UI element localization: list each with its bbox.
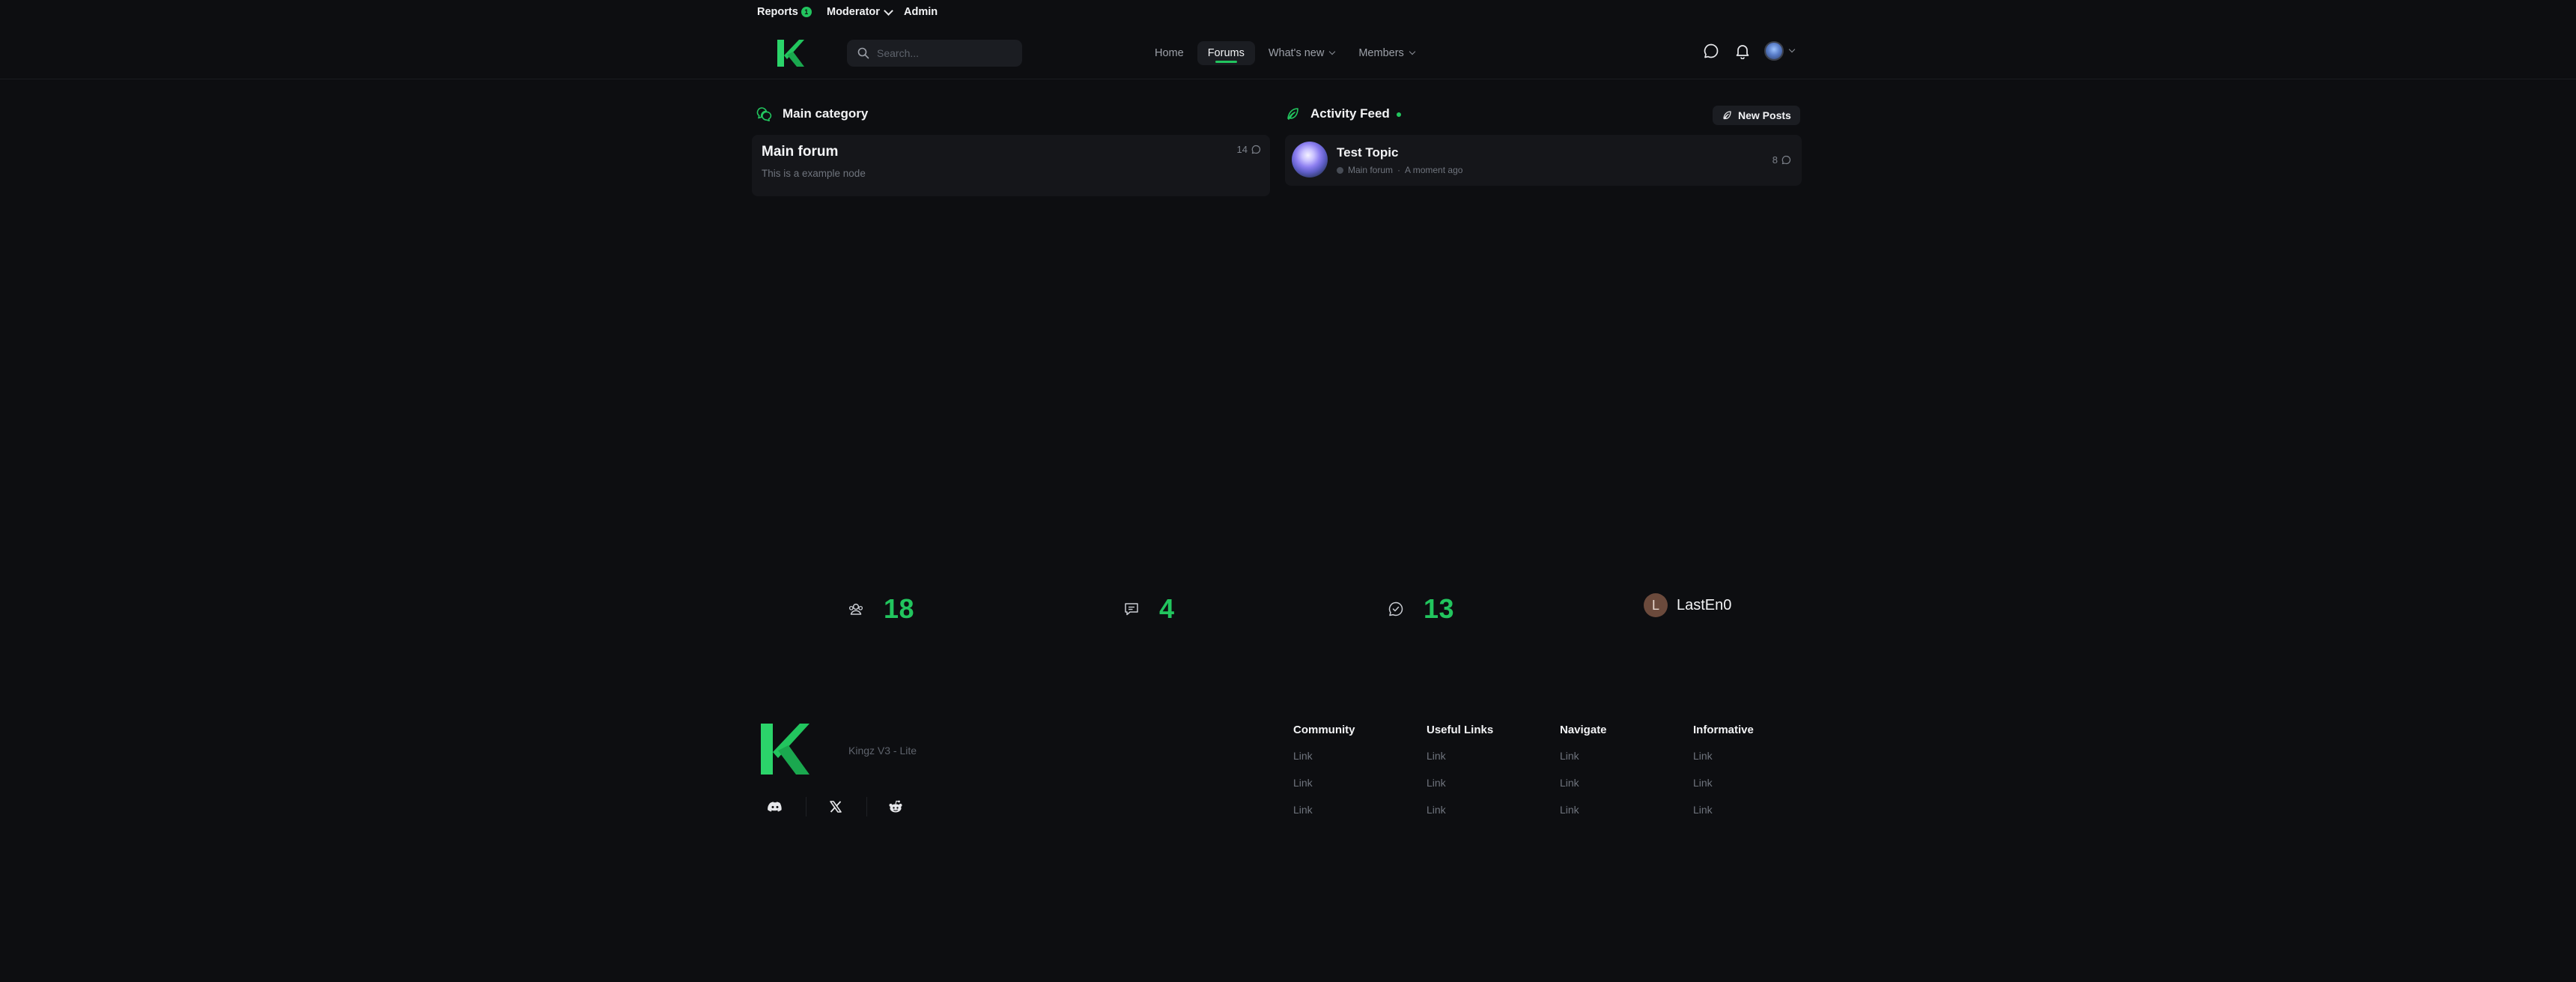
stat-messages-value: 13 (1424, 593, 1455, 624)
meta-separator: · (1397, 165, 1401, 175)
moderator-menu[interactable]: Moderator (827, 5, 893, 18)
topic-count: 8 (1772, 154, 1791, 166)
footer-link[interactable]: Link (1293, 750, 1355, 777)
nav-forums-label: Forums (1207, 47, 1245, 59)
footer-link[interactable]: Link (1293, 777, 1355, 804)
chevron-down-icon (1329, 48, 1336, 55)
nav-whats-new[interactable]: What's new (1258, 41, 1346, 65)
avatar (1764, 41, 1784, 61)
chat-icon[interactable] (1701, 41, 1721, 61)
chevron-down-icon (1409, 48, 1416, 55)
footer-heading: Community (1293, 724, 1355, 736)
account-menu[interactable] (1764, 41, 1796, 61)
reports-label: Reports (757, 6, 798, 18)
nav-forums[interactable]: Forums (1197, 41, 1255, 65)
activity-item[interactable]: Test Topic Main forum · A moment ago 8 (1285, 135, 1802, 186)
latest-member-name[interactable]: LastEn0 (1677, 597, 1731, 614)
users-icon (848, 603, 863, 615)
admin-label: Admin (904, 6, 938, 18)
footer-column-navigate: Navigate Link Link Link (1560, 724, 1607, 831)
forum-description: This is a example node (762, 168, 866, 179)
footer-column-informative: Informative Link Link Link (1693, 724, 1754, 831)
admin-link[interactable]: Admin (904, 6, 938, 18)
reports-link[interactable]: Reports 1 (757, 6, 812, 18)
chevron-down-icon (1788, 46, 1796, 53)
comment-icon (1781, 155, 1791, 165)
staff-bar: Reports 1 Moderator Admin (0, 0, 2576, 27)
new-posts-label: New Posts (1738, 109, 1791, 121)
footer-heading: Informative (1693, 724, 1754, 736)
footer-link[interactable]: Link (1427, 750, 1493, 777)
nav-members-label: Members (1358, 47, 1404, 59)
nav-home[interactable]: Home (1144, 41, 1194, 65)
footer-heading: Useful Links (1427, 724, 1494, 736)
footer-link[interactable]: Link (1693, 750, 1754, 777)
topic-title[interactable]: Test Topic (1337, 145, 1399, 160)
moderator-label: Moderator (827, 6, 880, 18)
stat-threads-value: 4 (1159, 593, 1175, 624)
avatar[interactable] (1292, 142, 1328, 178)
avatar[interactable]: L (1644, 593, 1668, 617)
footer-link[interactable]: Link (1693, 804, 1754, 831)
activity-title: Activity Feed (1310, 106, 1390, 121)
kingz-logo-icon[interactable] (759, 721, 811, 778)
activity-header: Activity Feed ● (1285, 106, 1402, 121)
kingz-logo-icon[interactable] (774, 37, 806, 69)
x-icon[interactable] (824, 795, 847, 818)
footer-link[interactable]: Link (1560, 777, 1607, 804)
search-box[interactable] (847, 40, 1022, 67)
comment-icon (1251, 145, 1261, 154)
forum-count-value: 14 (1236, 144, 1248, 155)
forum-node[interactable]: Main forum This is a example node 14 (752, 135, 1270, 196)
footer-heading: Navigate (1560, 724, 1607, 736)
header-actions (1701, 41, 1796, 61)
footer-link[interactable]: Link (1560, 804, 1607, 831)
footer-column-useful-links: Useful Links Link Link Link (1427, 724, 1493, 831)
nav-home-label: Home (1155, 47, 1184, 59)
forum-node-icon (1337, 166, 1343, 174)
footer-link[interactable]: Link (1427, 804, 1493, 831)
feather-icon (1723, 111, 1731, 120)
footer-link[interactable]: Link (1427, 777, 1493, 804)
reports-badge: 1 (801, 7, 812, 17)
footer-site-name: Kingz V3 - Lite (848, 745, 917, 757)
bell-icon[interactable] (1733, 41, 1752, 61)
comments-icon (756, 107, 772, 121)
search-icon (857, 47, 869, 59)
discord-icon[interactable] (764, 795, 786, 818)
footer-link[interactable]: Link (1693, 777, 1754, 804)
comment-check-icon (1388, 601, 1403, 616)
search-input[interactable] (875, 46, 1006, 60)
category-header: Main category (756, 106, 868, 121)
social-divider (866, 797, 867, 816)
stat-latest-member[interactable]: L LastEn0 (1644, 593, 1731, 617)
reddit-icon[interactable] (884, 795, 907, 818)
forum-title[interactable]: Main forum (762, 144, 838, 160)
nav-whats-new-label: What's new (1268, 47, 1325, 59)
topic-time: A moment ago (1405, 165, 1463, 175)
footer-link[interactable]: Link (1560, 750, 1607, 777)
feather-icon (1287, 108, 1298, 120)
category-title: Main category (783, 106, 869, 121)
main-nav: Home Forums What's new Members (1144, 40, 1425, 67)
stat-messages: 13 (1388, 593, 1454, 625)
message-icon (1125, 603, 1138, 616)
topic-meta: Main forum · A moment ago (1337, 165, 1462, 175)
stat-members-value: 18 (884, 593, 915, 624)
stat-threads: 4 (1123, 593, 1175, 625)
footer-link[interactable]: Link (1293, 804, 1355, 831)
topic-count-value: 8 (1772, 154, 1778, 166)
forum-count: 14 (1237, 144, 1261, 155)
topic-forum[interactable]: Main forum (1348, 165, 1393, 175)
new-posts-button[interactable]: New Posts (1713, 106, 1800, 125)
footer-column-community: Community Link Link Link (1293, 724, 1355, 831)
chevron-down-icon (884, 5, 893, 16)
live-indicator: ● (1395, 108, 1403, 120)
stat-members: 18 (848, 593, 914, 625)
nav-members[interactable]: Members (1348, 41, 1424, 65)
